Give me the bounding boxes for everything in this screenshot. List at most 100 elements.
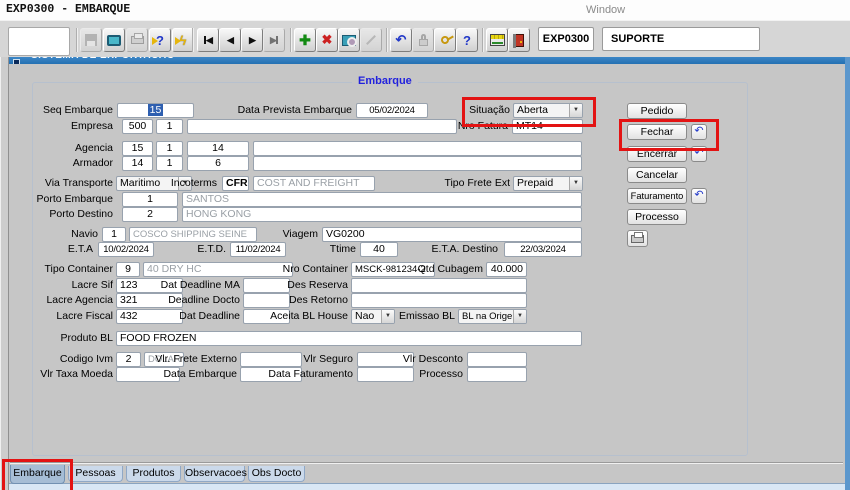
etd-field[interactable]: 11/02/2024 [230,242,286,257]
edit-wand-button[interactable] [360,28,382,52]
user-field[interactable]: SUPORTE [602,27,760,51]
processo-field[interactable] [467,367,527,382]
tab-produtos[interactable]: Produtos [126,466,181,482]
nro-container-label: Nro Container [282,263,348,275]
eta-field[interactable]: 10/02/2024 [98,242,154,257]
pedido-button[interactable]: Pedido [627,103,687,119]
prev-arrow-icon: ◀ [227,34,234,45]
nro-fatura-field[interactable]: MT14 [512,119,583,134]
incoterms-desc-field[interactable]: COST AND FREIGHT [253,176,375,191]
query-form-button[interactable] [338,28,360,52]
data-prevista-field[interactable]: 05/02/2024 [356,103,428,118]
fechar-undo-button[interactable]: ↶ [691,124,707,140]
tab-pessoas[interactable]: Pessoas [68,466,123,482]
seq-embarque-field[interactable]: 15 [117,103,194,118]
prev-arrow-icon: ◀ [206,34,213,45]
empresa-field-2[interactable]: 1 [156,119,183,134]
undo-button[interactable]: ↶ [390,28,412,52]
tab-obs-docto[interactable]: Obs Docto [248,466,305,482]
vlr-desconto-field[interactable] [467,352,527,367]
prev-record-button[interactable]: ◀ [219,28,241,52]
quick-run-button[interactable]: ϟ [172,28,194,52]
insert-record-button[interactable]: ✚ [294,28,316,52]
help-button[interactable]: ? [456,28,478,52]
porto-destino-code-field[interactable]: 2 [122,207,178,222]
porto-embarque-label: Porto Embarque [36,193,113,205]
agencia-field-2[interactable]: 1 [156,141,183,156]
screen-icon [107,34,121,46]
fechar-button[interactable]: Fechar [627,124,687,140]
deadline-docto-field[interactable] [243,293,290,308]
produto-bl-field[interactable]: FOOD FROZEN [116,331,582,346]
codigo-ivm-code-field[interactable]: 2 [116,352,141,367]
lock-button[interactable] [412,28,434,52]
vlr-frete-externo-field[interactable] [240,352,302,367]
chevron-down-icon[interactable]: ▼ [569,104,582,117]
incoterms-code-field[interactable]: CFR [222,176,249,191]
toolbar-blank-field[interactable] [8,27,70,56]
encerrar-undo-button[interactable]: ↶ [691,146,707,162]
armador-field-2[interactable]: 1 [156,156,183,171]
processo-button[interactable]: Processo [627,209,687,225]
keys-button[interactable] [434,28,456,52]
tab-embarque[interactable]: Embarque [10,465,65,484]
help-jump-button[interactable]: ? [149,28,171,52]
tipo-frete-label: Tipo Frete Ext [444,177,510,189]
screen-button[interactable] [103,28,125,52]
empresa-desc-field[interactable] [187,119,457,134]
porto-destino-desc-field[interactable]: HONG KONG [182,207,582,222]
delete-record-button[interactable]: ✖ [316,28,338,52]
viagem-field[interactable]: VG0200 [322,227,582,242]
encerrar-button[interactable]: Encerrar [627,146,687,162]
navio-desc-field[interactable]: COSCO SHIPPING SEINE [129,227,257,242]
situacao-combo[interactable]: Aberta ▼ [513,103,583,118]
inner-window-titlebar[interactable]: SISTEMA DE EXPORTACAO [9,57,845,64]
chevron-down-icon[interactable]: ▼ [569,177,582,190]
save-button[interactable] [80,28,102,52]
incoterms-label: Incoterms [170,177,217,189]
tab-observacoes[interactable]: Observacoes [184,466,247,482]
print-button[interactable] [126,28,148,52]
viagem-label: Viagem [282,228,318,240]
chevron-down-icon[interactable]: ▼ [381,310,394,323]
faturamento-undo-button[interactable]: ↶ [691,188,707,204]
porto-embarque-desc-field[interactable]: SANTOS [182,192,582,207]
empresa-field-1[interactable]: 500 [122,119,153,134]
navio-label: Navio [71,228,98,240]
menu-window[interactable]: Window [586,4,625,16]
ttime-field[interactable]: 40 [360,242,398,257]
qtd-cubagem-field[interactable]: 40.000 [486,262,527,277]
eta-label: E.T.A [67,243,93,255]
agencia-field-3[interactable]: 14 [187,141,249,156]
next-record-button[interactable]: ▶ [241,28,263,52]
porto-embarque-code-field[interactable]: 1 [122,192,178,207]
special-window-button[interactable] [486,28,508,52]
armador-field-3[interactable]: 6 [187,156,249,171]
armador-field-1[interactable]: 14 [122,156,153,171]
agencia-field-1[interactable]: 15 [122,141,153,156]
tipo-container-code-field[interactable]: 9 [116,262,140,277]
lacre-fiscal-field[interactable]: 432 [116,309,183,324]
last-record-button[interactable]: ▶ [263,28,285,52]
ttime-label: Ttime [329,243,356,255]
first-record-button[interactable]: ◀ [197,28,219,52]
cancelar-button[interactable]: Cancelar [627,167,687,183]
eta-destino-field[interactable]: 22/03/2024 [504,242,582,257]
des-retorno-field[interactable] [351,293,527,308]
des-reserva-field[interactable] [351,278,527,293]
program-code-field[interactable]: EXP0300 [538,27,594,51]
dat-deadline-ma-field[interactable] [243,278,290,293]
tipo-container-desc-field[interactable]: 40 DRY HC [143,262,293,277]
data-faturamento-field[interactable] [357,367,414,382]
agencia-desc-field[interactable] [253,141,582,156]
agencia-label: Agencia [75,142,113,154]
aceita-bl-house-combo[interactable]: Nao ▼ [351,309,395,324]
armador-desc-field[interactable] [253,156,582,171]
tipo-frete-combo[interactable]: Prepaid ▼ [513,176,583,191]
faturamento-button[interactable]: Faturamento [627,188,687,204]
exit-button[interactable] [508,28,530,52]
chevron-down-icon[interactable]: ▼ [513,310,526,323]
emissao-bl-combo[interactable]: BL na Origem ▼ [458,309,527,324]
print-shipment-button[interactable] [627,230,648,247]
navio-code-field[interactable]: 1 [102,227,126,242]
